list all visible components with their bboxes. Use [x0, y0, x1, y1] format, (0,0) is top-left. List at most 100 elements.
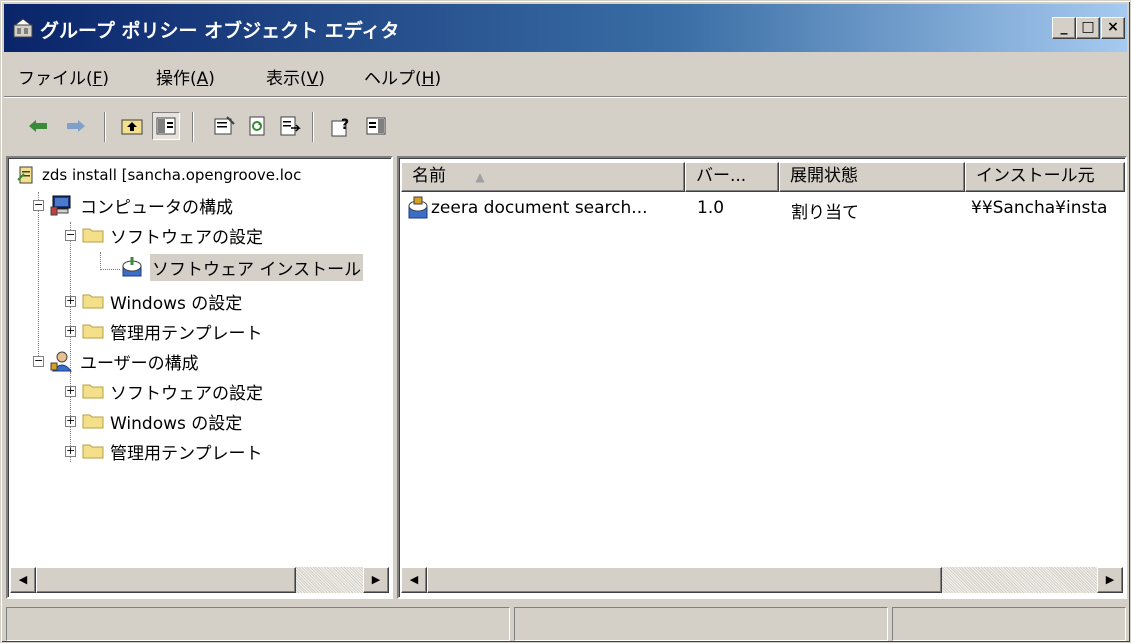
user-icon: [50, 351, 73, 372]
tree-item-windows-settings[interactable]: Windows の設定: [82, 286, 242, 316]
menu-action-label: 操作(: [156, 69, 197, 89]
properties-button[interactable]: [210, 112, 238, 140]
list-row-package[interactable]: zeera document search... 1.0 割り当て ¥¥Sanc…: [399, 194, 1125, 224]
computer-icon: [50, 195, 71, 216]
package-icon: [408, 196, 428, 219]
tree-item-user-windows-settings[interactable]: Windows の設定: [82, 406, 242, 436]
folder-icon: [82, 384, 104, 399]
tree-item-root[interactable]: zds install [sancha.opengroove.loc: [16, 160, 301, 190]
column-header-name[interactable]: 名前 ▲: [401, 162, 685, 192]
menu-view-label: 表示(: [266, 69, 307, 89]
refresh-button[interactable]: [244, 112, 272, 140]
status-pane-2: [514, 607, 888, 641]
list-horizontal-scrollbar[interactable]: ◀ ▶: [401, 567, 1123, 593]
scroll-right-button[interactable]: ▶: [1097, 567, 1123, 593]
column-deployment-label: 展開状態: [790, 166, 858, 186]
folder-icon: [82, 414, 104, 429]
menu-view[interactable]: 表示(V): [266, 64, 325, 89]
scope-tree-pane[interactable]: zds install [sancha.opengroove.loc − コンピ…: [6, 156, 393, 599]
status-pane-1: [6, 607, 510, 641]
scroll-thumb[interactable]: [36, 567, 296, 593]
expand-toggle[interactable]: +: [65, 445, 76, 457]
menu-help[interactable]: ヘルプ(H): [364, 64, 441, 89]
tree-root-label: zds install [sancha.opengroove.loc: [42, 166, 302, 184]
tree-user-windows-settings-label: Windows の設定: [110, 413, 243, 434]
tree-user-config-label: ユーザーの構成: [80, 353, 199, 374]
help-button[interactable]: ?: [328, 112, 356, 140]
properties-icon: [214, 116, 235, 135]
package-source: ¥¥Sancha¥insta: [971, 198, 1108, 218]
sort-ascending-icon: ▲: [475, 170, 485, 184]
folder-icon: [82, 444, 104, 459]
help-icon: ?: [331, 117, 349, 137]
toolbar-separator: [104, 112, 106, 142]
export-list-button[interactable]: [276, 112, 304, 140]
up-one-level-button[interactable]: [118, 112, 146, 140]
export-list-icon: [280, 116, 301, 136]
show-action-pane-icon: [366, 117, 386, 135]
back-button[interactable]: [24, 112, 52, 140]
package-version: 1.0: [697, 198, 725, 218]
status-pane-3: [892, 607, 1126, 641]
tree-line: [100, 252, 101, 270]
tree-item-software-settings[interactable]: ソフトウェアの設定: [82, 220, 263, 250]
scroll-left-button[interactable]: ◀: [401, 567, 427, 593]
tree-software-settings-label: ソフトウェアの設定: [110, 227, 263, 248]
maximize-button[interactable]: □: [1076, 17, 1100, 39]
show-action-pane-button[interactable]: [362, 112, 390, 140]
collapse-toggle[interactable]: −: [33, 199, 44, 211]
menu-help-key: H: [421, 69, 435, 89]
toolbar: ?: [4, 98, 1127, 156]
toolbar-separator: [312, 112, 314, 142]
menu-file[interactable]: ファイル(F): [18, 64, 109, 89]
tree-item-software-install[interactable]: ソフトウェア インストール: [120, 252, 364, 282]
tree-item-user-software-settings[interactable]: ソフトウェアの設定: [82, 376, 263, 406]
collapse-toggle[interactable]: −: [65, 229, 76, 241]
show-hide-tree-button[interactable]: [152, 112, 180, 140]
menu-action-end: ): [208, 69, 215, 89]
tree-horizontal-scrollbar[interactable]: ◀ ▶: [10, 567, 389, 593]
tree-item-user-config[interactable]: ユーザーの構成: [50, 346, 199, 376]
column-name-label: 名前: [412, 166, 446, 186]
software-install-icon: [122, 257, 142, 277]
menu-help-label: ヘルプ(: [364, 69, 422, 89]
close-button[interactable]: ×: [1101, 17, 1125, 39]
toolbar-separator: [192, 112, 194, 142]
scroll-right-button[interactable]: ▶: [363, 567, 389, 593]
column-header-version[interactable]: バー...: [685, 162, 779, 192]
window-title: グループ ポリシー オブジェクト エディタ: [40, 20, 400, 42]
column-version-label: バー...: [696, 166, 747, 186]
minimize-button[interactable]: _: [1052, 17, 1076, 39]
folder-icon: [82, 324, 104, 339]
svg-text:?: ?: [341, 117, 349, 133]
expand-toggle[interactable]: +: [65, 385, 76, 397]
folder-icon: [82, 294, 104, 309]
tree-item-computer-config[interactable]: コンピュータの構成: [50, 190, 233, 220]
tree-windows-settings-label: Windows の設定: [110, 293, 243, 314]
tree-software-install-label: ソフトウェア インストール: [150, 253, 364, 281]
scroll-thumb[interactable]: [427, 567, 942, 593]
expand-toggle[interactable]: +: [65, 295, 76, 307]
column-header-source[interactable]: インストール元: [965, 162, 1125, 192]
tree-computer-config-label: コンピュータの構成: [80, 197, 233, 218]
scroll-left-button[interactable]: ◀: [10, 567, 36, 593]
gpo-app-icon: [13, 18, 33, 38]
menu-file-key: F: [92, 69, 103, 89]
package-name: zeera document search...: [431, 198, 648, 218]
column-header-deployment[interactable]: 展開状態: [779, 162, 965, 192]
forward-button[interactable]: [62, 112, 90, 140]
menu-file-label: ファイル(: [18, 69, 93, 89]
menu-action[interactable]: 操作(A): [156, 64, 215, 89]
forward-icon: [67, 120, 85, 132]
tree-line: [100, 269, 120, 270]
expand-toggle[interactable]: +: [65, 325, 76, 337]
collapse-toggle[interactable]: −: [33, 355, 44, 367]
gpo-scroll-icon: [17, 166, 33, 184]
tree-item-admin-templates[interactable]: 管理用テンプレート: [82, 316, 263, 346]
title-bar[interactable]: グループ ポリシー オブジェクト エディタ _ □ ×: [4, 4, 1127, 52]
menu-file-end: ): [102, 69, 110, 89]
results-list-pane[interactable]: 名前 ▲ バー... 展開状態 インストール元 zeera document s…: [397, 156, 1127, 599]
tree-user-admin-templates-label: 管理用テンプレート: [110, 443, 263, 464]
expand-toggle[interactable]: +: [65, 415, 76, 427]
tree-item-user-admin-templates[interactable]: 管理用テンプレート: [82, 436, 263, 466]
